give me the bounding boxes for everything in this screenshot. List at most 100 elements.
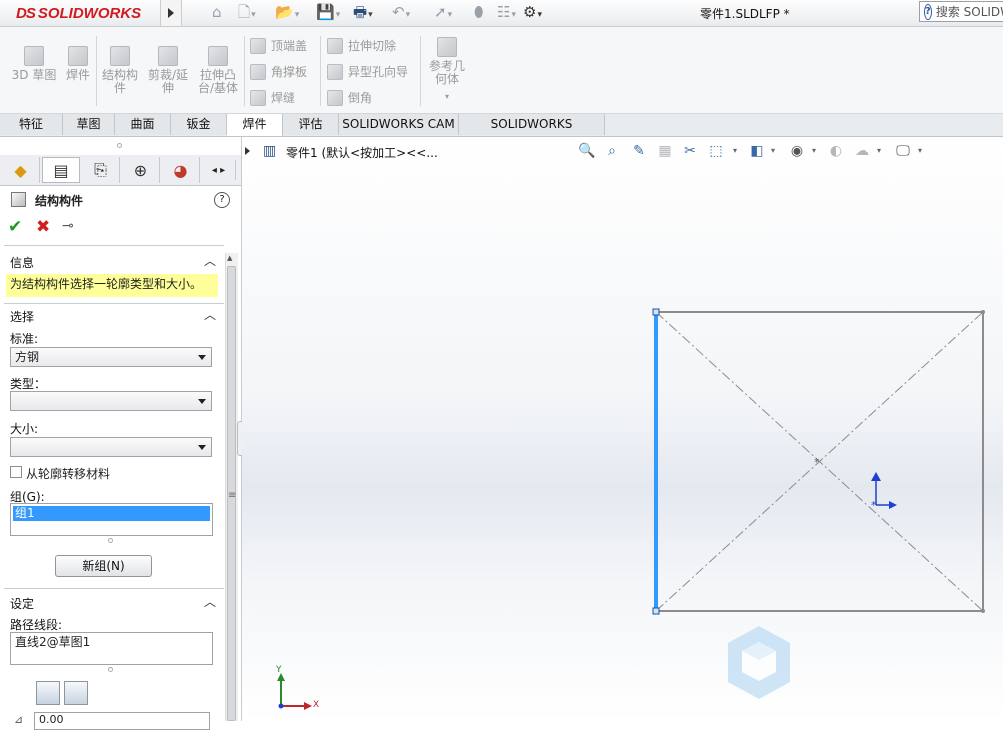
extruded-boss-button[interactable]: 拉伸凸台/基体 [195, 46, 241, 95]
rotation-angle-field[interactable]: 0.00 [34, 712, 210, 730]
new-group-button[interactable]: 新组(N) [55, 555, 152, 577]
panel-resize-grip[interactable] [117, 143, 122, 148]
tab-solidworks-inspection[interactable]: SOLIDWORKS Inspection [459, 114, 605, 152]
scroll-up-arrow-icon[interactable]: ▲ [227, 254, 232, 262]
size-label: 大小: [10, 422, 39, 436]
hole-wizard-button[interactable]: 异型孔向导 [327, 63, 408, 80]
ribbon-divider [320, 36, 321, 106]
standard-dropdown[interactable]: 方钢 [10, 347, 212, 367]
dimxpert-manager-tab-icon[interactable]: ⊕ [122, 157, 160, 183]
weld-bead-button[interactable]: 焊缝 [250, 89, 295, 106]
group-list-item[interactable]: 组1 [13, 506, 210, 521]
vertex-point[interactable] [981, 609, 985, 613]
listbox-resize-grip[interactable] [108, 538, 113, 543]
home-icon[interactable]: ⌂ [212, 3, 222, 21]
listbox-resize-grip[interactable] [108, 667, 113, 672]
size-dropdown[interactable] [10, 437, 212, 457]
info-section-header: 信息 [10, 256, 35, 270]
hole-wizard-icon [327, 63, 343, 80]
undo-icon[interactable]: ↶▾ [392, 3, 410, 21]
path-segments-listbox[interactable]: 直线2@草图1 [10, 632, 213, 665]
mirror-profile-vertical-icon[interactable] [64, 681, 88, 705]
trim-extend-icon [158, 46, 178, 66]
ds-logo-mark: DS [16, 4, 36, 22]
origin-marker-icon: * [871, 472, 897, 512]
midpoint-marker: * [814, 456, 820, 469]
chamfer-label: 倒角 [348, 91, 373, 105]
gusset-button[interactable]: 角撑板 [250, 63, 307, 80]
reference-geometry-dropdown-icon[interactable]: ▾ [426, 90, 468, 103]
sketch-canvas[interactable]: * * [242, 137, 1003, 721]
property-manager-tab-icon[interactable]: ▤ [42, 157, 80, 183]
weld-bead-icon [250, 89, 266, 106]
rebuild-icon[interactable]: ⬮ [474, 3, 483, 21]
configuration-manager-tab-icon[interactable]: ⎘ [82, 157, 120, 183]
end-cap-button[interactable]: 顶端盖 [250, 37, 307, 54]
weldment-button[interactable]: 焊件 [62, 46, 94, 82]
weldment-icon [68, 46, 88, 66]
structural-member-icon [110, 46, 130, 66]
options-gear-icon[interactable]: ⚙▾ [523, 3, 542, 21]
solidworks-cube-watermark-icon [728, 626, 790, 699]
3d-sketch-label: 3D 草图 [11, 68, 57, 82]
endpoint-handle[interactable] [652, 607, 660, 615]
reference-geometry-label: 参考几何体 [428, 59, 465, 86]
extruded-cut-icon [327, 37, 343, 54]
print-icon[interactable]: 🖶▾ [353, 3, 373, 21]
vertex-point[interactable] [981, 310, 985, 314]
endpoint-handle[interactable] [652, 308, 660, 316]
angle-icon: ⊿ [14, 713, 24, 726]
tab-scroll-arrows-icon[interactable]: ◂ ▸ [202, 160, 236, 180]
menu-expand-arrow-icon[interactable] [160, 0, 182, 26]
divider [4, 245, 224, 246]
file-properties-icon[interactable]: ☷▾ [497, 3, 516, 21]
tab-sketch[interactable]: 草图 [63, 114, 115, 135]
open-folder-icon[interactable]: 📂▾ [275, 3, 299, 21]
coordinate-triad-icon [277, 673, 312, 710]
ok-checkmark-icon[interactable]: ✔ [8, 217, 22, 237]
extruded-cut-label: 拉伸切除 [348, 39, 397, 53]
display-manager-tab-icon[interactable]: ◕ [162, 157, 200, 183]
pm-help-icon[interactable]: ? [214, 192, 230, 208]
chamfer-button[interactable]: 倒角 [327, 89, 372, 106]
chamfer-icon [327, 89, 343, 106]
extruded-boss-label: 拉伸凸台/基体 [197, 68, 239, 95]
search-box[interactable]: ? 搜索 SOLIDWORKS [919, 1, 1003, 22]
feature-manager-tab-icon[interactable]: ◆ [2, 157, 40, 183]
transfer-material-label: 从轮廓转移材料 [26, 467, 111, 481]
type-dropdown[interactable] [10, 391, 212, 411]
ribbon-divider [244, 36, 245, 106]
triad-y-label: Y [276, 665, 282, 675]
save-icon[interactable]: 💾▾ [316, 3, 340, 21]
hole-wizard-label: 异型孔向导 [348, 65, 409, 79]
reference-geometry-button[interactable]: 参考几何体 ▾ [426, 37, 468, 103]
trim-extend-button[interactable]: 剪裁/延伸 [145, 46, 191, 95]
tab-solidworks-cam[interactable]: SOLIDWORKS CAM [339, 114, 459, 135]
extruded-cut-button[interactable]: 拉伸切除 [327, 37, 396, 54]
select-cursor-icon[interactable]: ➚▾ [434, 3, 452, 21]
group-listbox[interactable]: 组1 [10, 503, 213, 536]
3d-sketch-button[interactable]: 3D 草图 [10, 46, 58, 82]
help-search-icon[interactable]: ? [924, 3, 932, 20]
end-cap-label: 顶端盖 [271, 39, 308, 53]
tab-surfaces[interactable]: 曲面 [115, 114, 171, 135]
solidworks-logo[interactable]: DS SOLIDWORKS [16, 2, 141, 24]
mirror-profile-horizontal-icon[interactable] [36, 681, 60, 705]
cancel-x-icon[interactable]: ✖ [36, 217, 50, 237]
pushpin-icon[interactable]: ⊸ [62, 218, 74, 234]
path-list-item[interactable]: 直线2@草图1 [13, 635, 210, 650]
selection-section-header: 选择 [10, 310, 35, 324]
triad-x-label: X [313, 700, 320, 710]
structural-member-button[interactable]: 结构构件 [100, 46, 140, 95]
logo-text: SOLIDWORKS [37, 4, 142, 22]
pm-title: 结构构件 [35, 194, 84, 208]
document-title: 零件1.SLDLFP * [700, 7, 790, 21]
gusset-icon [250, 63, 266, 80]
new-document-icon[interactable]: 🗋▾ [238, 3, 256, 21]
tab-sheet-metal[interactable]: 钣金 [171, 114, 227, 135]
tab-weldments[interactable]: 焊件 [227, 114, 283, 136]
tab-evaluate[interactable]: 评估 [283, 114, 339, 135]
tab-features[interactable]: 特征 [0, 114, 63, 135]
transfer-material-checkbox[interactable] [10, 466, 22, 478]
type-label: 类型： [10, 377, 47, 391]
